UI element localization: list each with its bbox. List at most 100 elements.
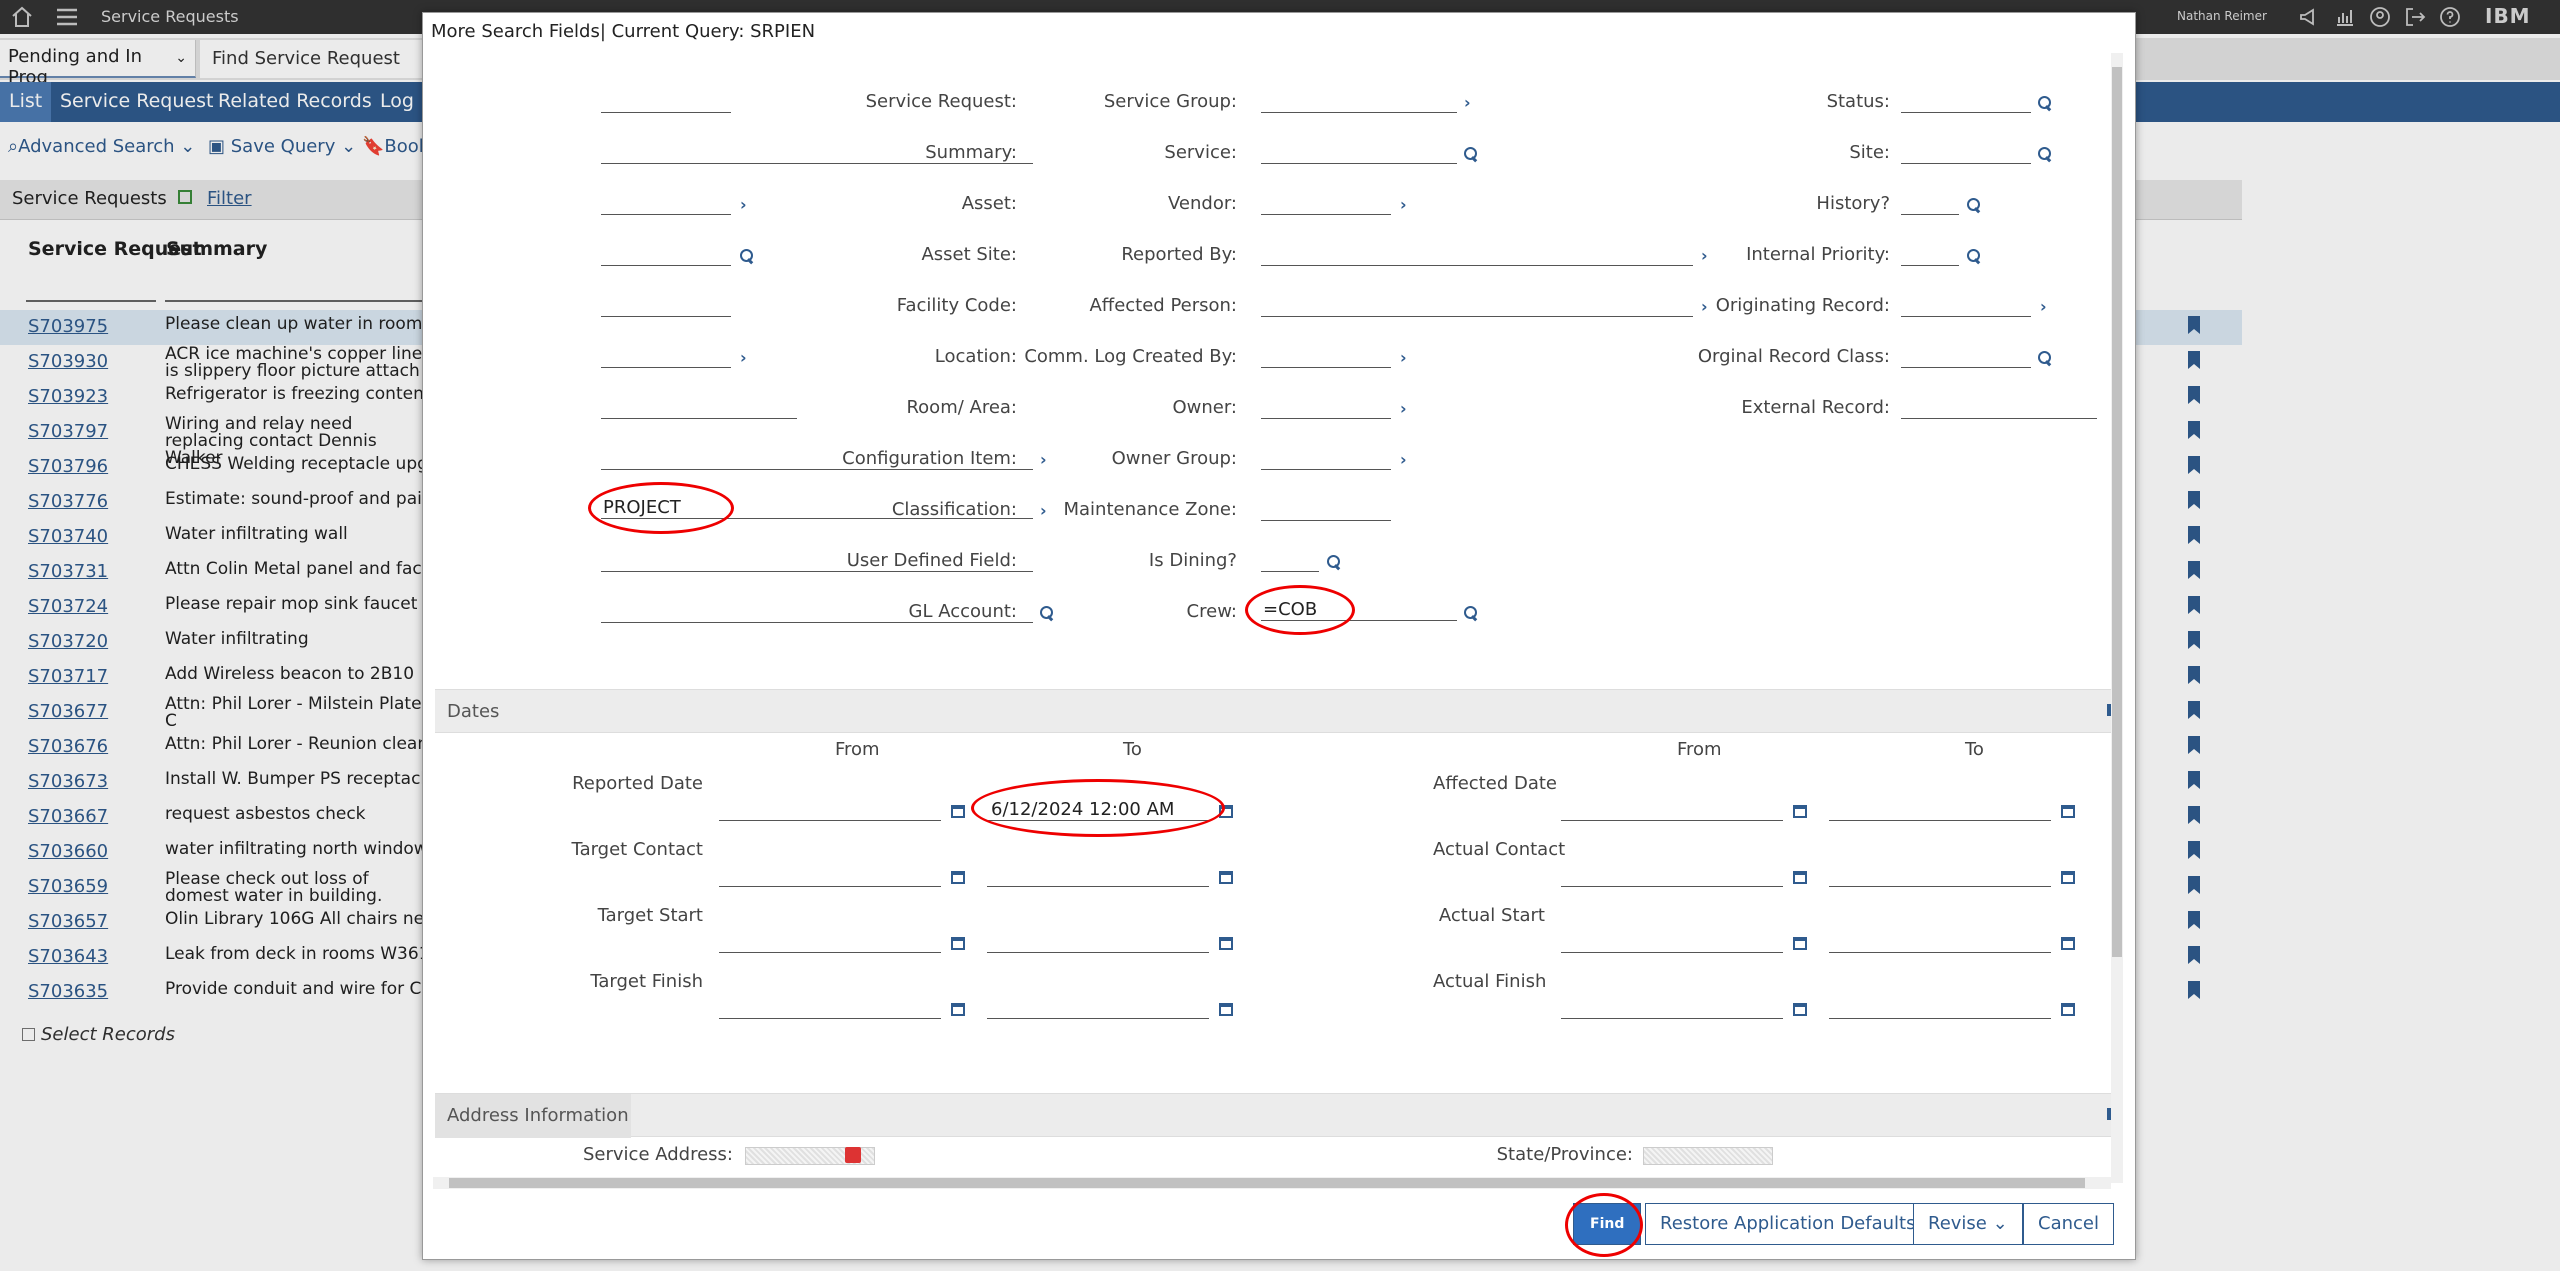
- revise-button[interactable]: Revise ⌄: [1913, 1203, 2023, 1245]
- status-field[interactable]: [1901, 91, 2031, 113]
- date-field-affected-to[interactable]: [1829, 865, 2051, 887]
- location-field[interactable]: [601, 346, 731, 368]
- service-request-link[interactable]: S703667: [28, 806, 108, 827]
- date-field-affected-to[interactable]: [1829, 799, 2051, 821]
- bookmark-icon[interactable]: [2188, 526, 2200, 544]
- user-name[interactable]: Nathan Reimer: [2177, 9, 2267, 23]
- date-field-affected-from[interactable]: [1561, 997, 1783, 1019]
- calendar-icon[interactable]: [951, 937, 965, 950]
- tab-related-records[interactable]: Related Records: [218, 90, 372, 112]
- internal-priority-field[interactable]: [1901, 244, 1959, 266]
- bookmark-icon[interactable]: [2188, 631, 2200, 649]
- bookmark-icon[interactable]: [2188, 736, 2200, 754]
- announcement-icon[interactable]: [2298, 5, 2322, 29]
- service-request-link[interactable]: S703677: [28, 701, 108, 722]
- calendar-icon[interactable]: [951, 1003, 965, 1016]
- logout-icon[interactable]: [2403, 5, 2427, 29]
- room-area-field[interactable]: [601, 397, 797, 419]
- restore-defaults-button[interactable]: Restore Application Defaults: [1645, 1203, 1931, 1245]
- date-field-reported-from[interactable]: [719, 931, 941, 953]
- service-request-link[interactable]: S703643: [28, 946, 108, 967]
- service-group-field[interactable]: [1261, 91, 1457, 113]
- filter-sr-input[interactable]: [26, 300, 156, 302]
- column-header-summary[interactable]: Summary: [166, 238, 267, 260]
- date-field-affected-from[interactable]: [1561, 931, 1783, 953]
- date-field-reported-to[interactable]: [987, 997, 1209, 1019]
- date-field-affected-to[interactable]: [1829, 931, 2051, 953]
- date-field-reported-to[interactable]: [987, 931, 1209, 953]
- service-request-link[interactable]: S703975: [28, 316, 108, 337]
- chevron-right-icon[interactable]: ›: [1400, 197, 1410, 213]
- filter-link[interactable]: Filter: [207, 188, 252, 209]
- chevron-right-icon[interactable]: ›: [2040, 299, 2050, 315]
- profile-icon[interactable]: [2368, 5, 2392, 29]
- service-request-link[interactable]: S703724: [28, 596, 108, 617]
- saved-query-select[interactable]: Pending and In Prog ⌄: [0, 40, 196, 88]
- help-icon[interactable]: [2438, 5, 2462, 29]
- owner-group-field[interactable]: [1261, 448, 1391, 470]
- service-request-link[interactable]: S703635: [28, 981, 108, 1002]
- search-icon[interactable]: [2038, 147, 2051, 160]
- bookmark-icon[interactable]: [2188, 806, 2200, 824]
- comm-log-created-by-field[interactable]: [1261, 346, 1391, 368]
- calendar-icon[interactable]: [951, 871, 965, 884]
- service-request-link[interactable]: S703659: [28, 876, 108, 897]
- bookmark-icon[interactable]: [2188, 491, 2200, 509]
- search-icon[interactable]: [2038, 351, 2051, 364]
- bookmark-icon[interactable]: [2188, 771, 2200, 789]
- chevron-right-icon[interactable]: ›: [740, 197, 750, 213]
- bookmark-icon[interactable]: [2188, 666, 2200, 684]
- service-request-link[interactable]: S703676: [28, 736, 108, 757]
- find-service-request-input[interactable]: Find Service Request: [200, 40, 422, 78]
- bookmark-icon[interactable]: [2188, 351, 2200, 369]
- asset-site-field[interactable]: [601, 244, 731, 266]
- tab-service-request[interactable]: Service Request: [60, 90, 213, 112]
- search-icon[interactable]: [2038, 96, 2051, 109]
- tab-list[interactable]: List: [0, 82, 52, 122]
- cancel-button[interactable]: Cancel: [2023, 1203, 2114, 1245]
- bookmark-icon[interactable]: [2188, 421, 2200, 439]
- bookmark-icon[interactable]: [2188, 981, 2200, 999]
- date-field-affected-to[interactable]: [1829, 997, 2051, 1019]
- search-icon[interactable]: [1967, 198, 1980, 211]
- service-request-link[interactable]: S703796: [28, 456, 108, 477]
- service-request-link[interactable]: S703657: [28, 911, 108, 932]
- service-request-link[interactable]: S703740: [28, 526, 108, 547]
- search-icon[interactable]: [740, 249, 753, 262]
- address-icon[interactable]: [845, 1147, 861, 1163]
- service-request-field[interactable]: [601, 91, 731, 113]
- site-field[interactable]: [1901, 142, 2031, 164]
- service-request-link[interactable]: S703673: [28, 771, 108, 792]
- service-request-link[interactable]: S703776: [28, 491, 108, 512]
- calendar-icon[interactable]: [1219, 1003, 1233, 1016]
- home-icon[interactable]: [10, 5, 34, 29]
- bookmark-icon[interactable]: [2188, 701, 2200, 719]
- dates-section-header[interactable]: Dates: [435, 689, 2117, 733]
- date-field-affected-from[interactable]: [1561, 799, 1783, 821]
- orginal-record-class-field[interactable]: [1901, 346, 2031, 368]
- search-icon[interactable]: [1327, 555, 1340, 568]
- bookmark-icon[interactable]: [2188, 386, 2200, 404]
- calendar-icon[interactable]: [1793, 937, 1807, 950]
- date-field-reported-from[interactable]: [719, 997, 941, 1019]
- calendar-icon[interactable]: [2061, 871, 2075, 884]
- calendar-icon[interactable]: [1793, 1003, 1807, 1016]
- asset-field[interactable]: [601, 193, 731, 215]
- service-request-link[interactable]: S703930: [28, 351, 108, 372]
- external-record-field[interactable]: [1901, 397, 2097, 419]
- service-field[interactable]: [1261, 142, 1457, 164]
- select-records-toggle[interactable]: Select Records: [22, 1024, 175, 1045]
- bookmark-icon[interactable]: [2188, 316, 2200, 334]
- bookmark-icon[interactable]: [2188, 946, 2200, 964]
- is-dining-field[interactable]: [1261, 550, 1319, 572]
- chevron-right-icon[interactable]: ›: [740, 350, 750, 366]
- originating-record-field[interactable]: [1901, 295, 2031, 317]
- advanced-search-button[interactable]: ⌕Advanced Search ⌄: [8, 136, 195, 157]
- facility-code-field[interactable]: [601, 295, 731, 317]
- chevron-right-icon[interactable]: ›: [1400, 401, 1410, 417]
- horizontal-scrollbar[interactable]: [433, 1177, 2111, 1189]
- service-request-link[interactable]: S703660: [28, 841, 108, 862]
- bookmark-icon[interactable]: [2188, 911, 2200, 929]
- chart-icon[interactable]: [2333, 5, 2357, 29]
- date-field-reported-to[interactable]: [987, 865, 1209, 887]
